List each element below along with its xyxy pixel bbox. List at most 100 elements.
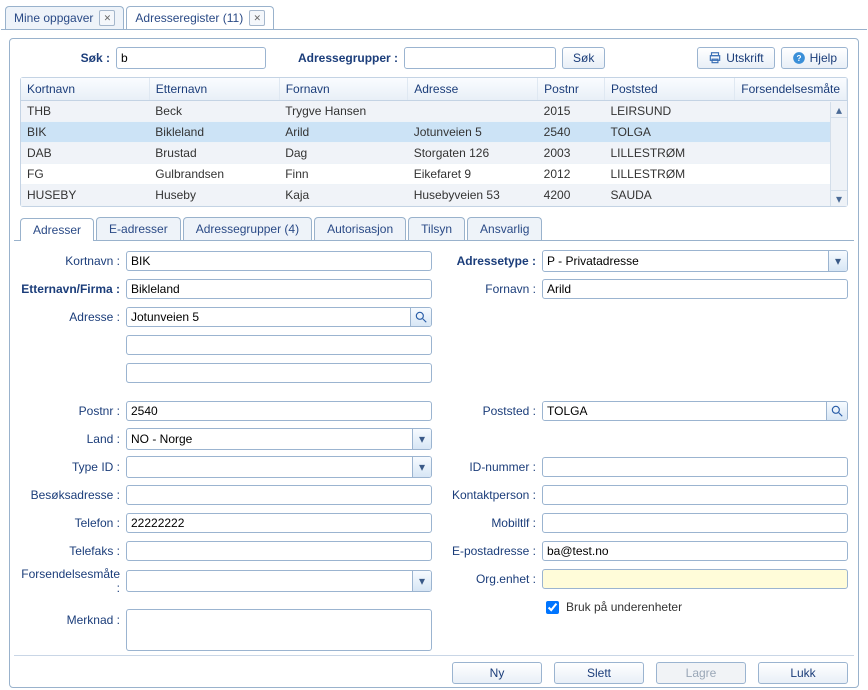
table-row[interactable]: FG Gulbrandsen Finn Eikefaret 9 2012 LIL… <box>21 164 847 185</box>
results-grid: Kortnavn Etternavn Fornavn Adresse Postn… <box>20 77 848 207</box>
top-tab-adresseregister[interactable]: Adresseregister (11) ✕ <box>126 6 274 29</box>
adresse1-input[interactable] <box>127 308 410 326</box>
table-row[interactable]: THB Beck Trygve Hansen 2015 LEIRSUND <box>21 101 847 122</box>
adresse-label: Adresse : <box>20 310 126 324</box>
kortnavn-field[interactable] <box>126 251 432 271</box>
column-header[interactable]: Adresse <box>408 78 538 101</box>
merknad-label: Merknad : <box>20 609 126 627</box>
tab-adresser[interactable]: Adresser <box>20 218 94 241</box>
tab-label: Adresseregister (11) <box>135 11 243 25</box>
mobil-field[interactable] <box>542 513 848 533</box>
search-bar: Søk : Adressegrupper : ▾ Søk Utskrift ? … <box>14 43 854 73</box>
fornavn-field[interactable] <box>542 279 848 299</box>
orgenhet-field[interactable] <box>542 569 848 589</box>
underenhet-label: Bruk på underenheter <box>566 600 682 614</box>
forsend-input[interactable] <box>127 572 412 590</box>
tab-tilsyn[interactable]: Tilsyn <box>408 217 465 240</box>
main-panel: Søk : Adressegrupper : ▾ Søk Utskrift ? … <box>9 38 859 688</box>
column-header[interactable]: Etternavn <box>149 78 279 101</box>
top-tab-mine-oppgaver[interactable]: Mine oppgaver ✕ <box>5 6 124 29</box>
search-icon[interactable] <box>826 402 847 420</box>
search-input[interactable] <box>116 47 266 69</box>
epost-field[interactable] <box>542 541 848 561</box>
idnummer-label: ID-nummer : <box>436 460 542 474</box>
slett-button[interactable]: Slett <box>554 662 644 684</box>
telefon-field[interactable] <box>126 513 432 533</box>
epost-label: E-postadresse : <box>436 544 542 558</box>
chevron-down-icon[interactable]: ▾ <box>412 429 431 449</box>
besok-field[interactable] <box>126 485 432 505</box>
telefon-label: Telefon : <box>20 516 126 530</box>
search-button[interactable]: Søk <box>562 47 605 69</box>
chevron-down-icon[interactable]: ▾ <box>412 571 431 591</box>
tab-eadresser[interactable]: E-adresser <box>96 217 181 240</box>
group-select[interactable]: ▾ <box>404 47 556 69</box>
search-label: Søk : <box>20 51 110 65</box>
column-header[interactable]: Forsendelsesmåte <box>735 78 847 101</box>
idnummer-field[interactable] <box>542 457 848 477</box>
merknad-field[interactable] <box>126 609 432 651</box>
forsend-select[interactable]: ▾ <box>126 570 432 592</box>
adresstype-label: Adressetype : <box>436 254 542 268</box>
land-label: Land : <box>20 432 126 446</box>
forsend-label: Forsendelsesmåte : <box>20 567 126 595</box>
underenhet-checkbox[interactable] <box>546 601 559 614</box>
group-label: Adressegrupper : <box>298 51 398 65</box>
adresse2-field[interactable] <box>126 335 432 355</box>
kontakt-field[interactable] <box>542 485 848 505</box>
etternavn-field[interactable] <box>126 279 432 299</box>
help-button[interactable]: ? Hjelp <box>781 47 848 69</box>
scroll-down-icon[interactable]: ▾ <box>831 190 847 206</box>
lukk-button[interactable]: Lukk <box>758 662 848 684</box>
postnr-field[interactable] <box>126 401 432 421</box>
svg-text:?: ? <box>796 54 801 63</box>
postnr-label: Postnr : <box>20 404 126 418</box>
footer-bar: Ny Slett Lagre Lukk <box>14 655 854 690</box>
tab-autorisasjon[interactable]: Autorisasjon <box>314 217 406 240</box>
adresse3-field[interactable] <box>126 363 432 383</box>
orgenhet-label: Org.enhet : <box>436 572 542 586</box>
lagre-button[interactable]: Lagre <box>656 662 746 684</box>
poststed-input[interactable] <box>543 402 826 420</box>
tab-label: Mine oppgaver <box>14 11 93 25</box>
print-button[interactable]: Utskrift <box>697 47 774 69</box>
grid-body: THB Beck Trygve Hansen 2015 LEIRSUND BIK… <box>21 101 847 206</box>
table-row[interactable]: HUSEBY Huseby Kaja Husebyveien 53 4200 S… <box>21 185 847 206</box>
adresstype-input[interactable] <box>543 252 828 270</box>
close-icon[interactable]: ✕ <box>249 10 265 26</box>
column-header[interactable]: Postnr <box>538 78 605 101</box>
land-select[interactable]: ▾ <box>126 428 432 450</box>
typeid-select[interactable]: ▾ <box>126 456 432 478</box>
telefaks-field[interactable] <box>126 541 432 561</box>
table-row[interactable]: DAB Brustad Dag Storgaten 126 2003 LILLE… <box>21 143 847 164</box>
scrollbar[interactable]: ▴ ▾ <box>830 102 847 206</box>
column-header[interactable]: Fornavn <box>279 78 408 101</box>
chevron-down-icon[interactable]: ▾ <box>412 457 431 477</box>
etternavn-label: Etternavn/Firma : <box>20 282 126 296</box>
column-header[interactable]: Poststed <box>604 78 734 101</box>
header-row: Kortnavn Etternavn Fornavn Adresse Postn… <box>21 78 847 101</box>
typeid-input[interactable] <box>127 458 412 476</box>
tab-adressegrupper[interactable]: Adressegrupper (4) <box>183 217 312 240</box>
typeid-label: Type ID : <box>20 460 126 474</box>
scroll-up-icon[interactable]: ▴ <box>831 102 847 118</box>
results-table: Kortnavn Etternavn Fornavn Adresse Postn… <box>21 78 847 206</box>
land-input[interactable] <box>127 430 412 448</box>
besok-label: Besøksadresse : <box>20 488 126 502</box>
adresstype-select[interactable]: ▾ <box>542 250 848 272</box>
table-row[interactable]: BIK Bikleland Arild Jotunveien 5 2540 TO… <box>21 122 847 143</box>
adresse1-field[interactable] <box>126 307 432 327</box>
tab-ansvarlig[interactable]: Ansvarlig <box>467 217 542 240</box>
chevron-down-icon[interactable]: ▾ <box>828 251 847 271</box>
poststed-label: Poststed : <box>436 404 542 418</box>
group-select-input[interactable] <box>405 49 556 67</box>
form-right-column: Adressetype : ▾ Fornavn : Poststed : <box>436 249 848 651</box>
column-header[interactable]: Kortnavn <box>21 78 149 101</box>
form-left-column: Kortnavn : Etternavn/Firma : Adresse : <box>20 249 432 651</box>
close-icon[interactable]: ✕ <box>99 10 115 26</box>
app-window: Mine oppgaver ✕ Adresseregister (11) ✕ S… <box>0 0 868 690</box>
search-icon[interactable] <box>410 308 431 326</box>
top-tab-bar: Mine oppgaver ✕ Adresseregister (11) ✕ <box>1 1 867 30</box>
poststed-field[interactable] <box>542 401 848 421</box>
ny-button[interactable]: Ny <box>452 662 542 684</box>
